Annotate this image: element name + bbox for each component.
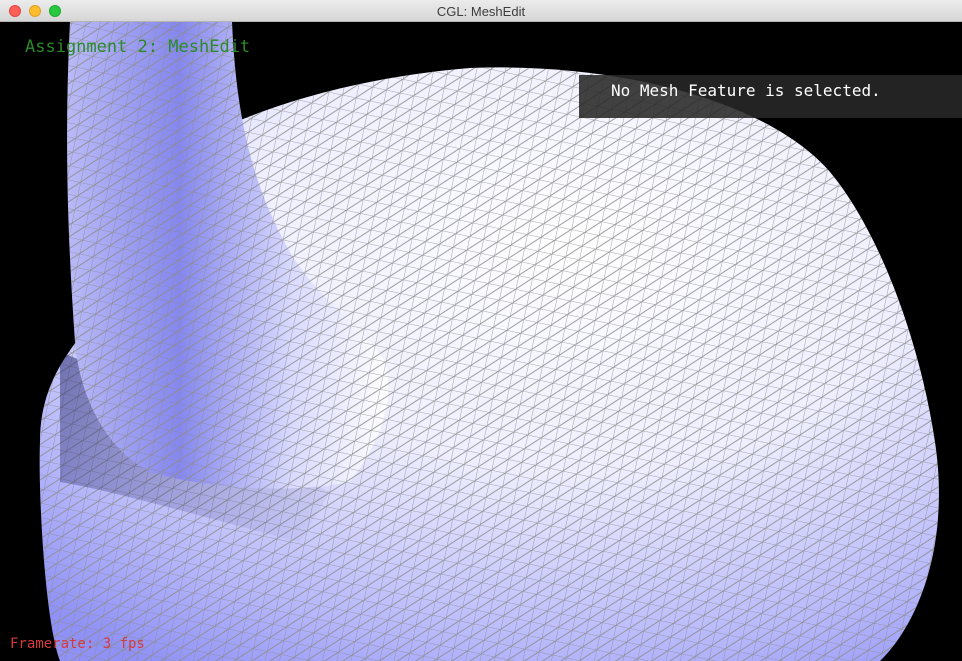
title-bar[interactable]: CGL: MeshEdit — [0, 0, 962, 22]
app-title-label: Assignment 2: MeshEdit — [25, 37, 251, 57]
framerate-label: Framerate: 3 fps — [10, 636, 145, 652]
mesh-viewport[interactable]: Assignment 2: MeshEdit No Mesh Feature i… — [0, 22, 962, 661]
selection-status-panel: No Mesh Feature is selected. — [579, 75, 962, 118]
app-window: CGL: MeshEdit Assignment 2: MeshEdit No … — [0, 0, 962, 661]
selection-status-text: No Mesh Feature is selected. — [611, 81, 881, 100]
window-title: CGL: MeshEdit — [436, 4, 526, 19]
